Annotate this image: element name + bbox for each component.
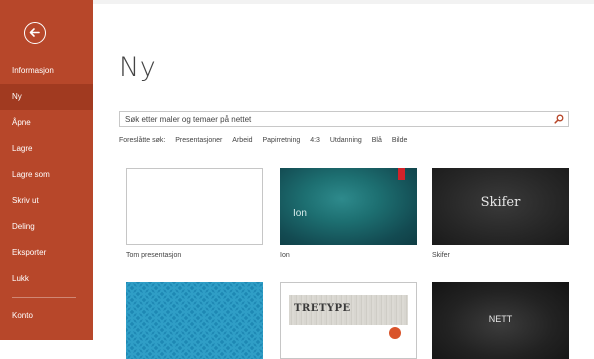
thumbnail-title: NETT — [488, 314, 513, 324]
search-input[interactable] — [120, 112, 545, 126]
template-tile-blank[interactable]: Tom presentasjon — [126, 168, 263, 259]
template-thumbnail — [126, 168, 263, 245]
suggested-search-link[interactable]: Arbeid — [232, 137, 252, 144]
template-label: Skifer — [432, 252, 450, 259]
thumbnail-title: Ion — [293, 208, 307, 219]
template-thumbnail: TRETYPE — [280, 282, 417, 359]
thumbnail-title: Skifer — [480, 195, 521, 210]
nav-item-eksporter[interactable]: Eksporter — [0, 240, 93, 266]
template-label: Ion — [280, 252, 290, 259]
suggested-search-link[interactable]: Papirretning — [262, 137, 300, 144]
suggested-search-link[interactable]: Utdanning — [330, 137, 362, 144]
template-tile-pattern[interactable] — [126, 282, 263, 359]
accent-dot — [389, 327, 401, 339]
search-icon[interactable] — [554, 114, 564, 124]
nav-item-ny[interactable]: Ny — [0, 84, 93, 110]
suggested-searches-label: Foreslåtte søk: — [119, 137, 166, 144]
accent-bar — [398, 168, 405, 180]
backstage-sidebar: Informasjon Ny Åpne Lagre Lagre som Skri… — [0, 0, 93, 340]
template-search-box — [119, 111, 569, 127]
template-tile-tretype[interactable]: TRETYPE — [280, 282, 417, 359]
template-tile-nett[interactable]: NETT — [432, 282, 569, 359]
page-title: Ny — [119, 52, 157, 83]
nav-divider — [12, 297, 76, 298]
nav-item-konto[interactable]: Konto — [0, 303, 93, 329]
suggested-search-link[interactable]: 4:3 — [310, 137, 320, 144]
nav-item-lagre-som[interactable]: Lagre som — [0, 162, 93, 188]
suggested-search-link[interactable]: Bilde — [392, 137, 408, 144]
template-thumbnail: NETT — [432, 282, 569, 359]
nav-item-skriv-ut[interactable]: Skriv ut — [0, 188, 93, 214]
arrow-left-circle-icon — [29, 28, 40, 37]
template-label: Tom presentasjon — [126, 252, 182, 259]
template-thumbnail — [126, 282, 263, 359]
template-thumbnail: Ion — [280, 168, 417, 245]
nav-item-informasjon[interactable]: Informasjon — [0, 58, 93, 84]
nav-item-lagre[interactable]: Lagre — [0, 136, 93, 162]
nav-item-lukk[interactable]: Lukk — [0, 266, 93, 292]
template-tile-skifer[interactable]: Skifer Skifer — [432, 168, 569, 259]
top-strip — [93, 0, 594, 4]
suggested-search-link[interactable]: Blå — [372, 137, 382, 144]
template-thumbnail: Skifer — [432, 168, 569, 245]
back-button[interactable] — [24, 22, 46, 44]
template-tile-ion[interactable]: Ion Ion — [280, 168, 417, 259]
backstage-nav-bottom: Konto — [0, 303, 93, 329]
backstage-nav: Informasjon Ny Åpne Lagre Lagre som Skri… — [0, 58, 93, 292]
suggested-search-link[interactable]: Presentasjoner — [175, 137, 222, 144]
thumbnail-title: TRETYPE — [294, 303, 351, 314]
nav-item-deling[interactable]: Deling — [0, 214, 93, 240]
nav-item-apne[interactable]: Åpne — [0, 110, 93, 136]
suggested-searches: Foreslåtte søk: Presentasjoner Arbeid Pa… — [119, 137, 415, 144]
